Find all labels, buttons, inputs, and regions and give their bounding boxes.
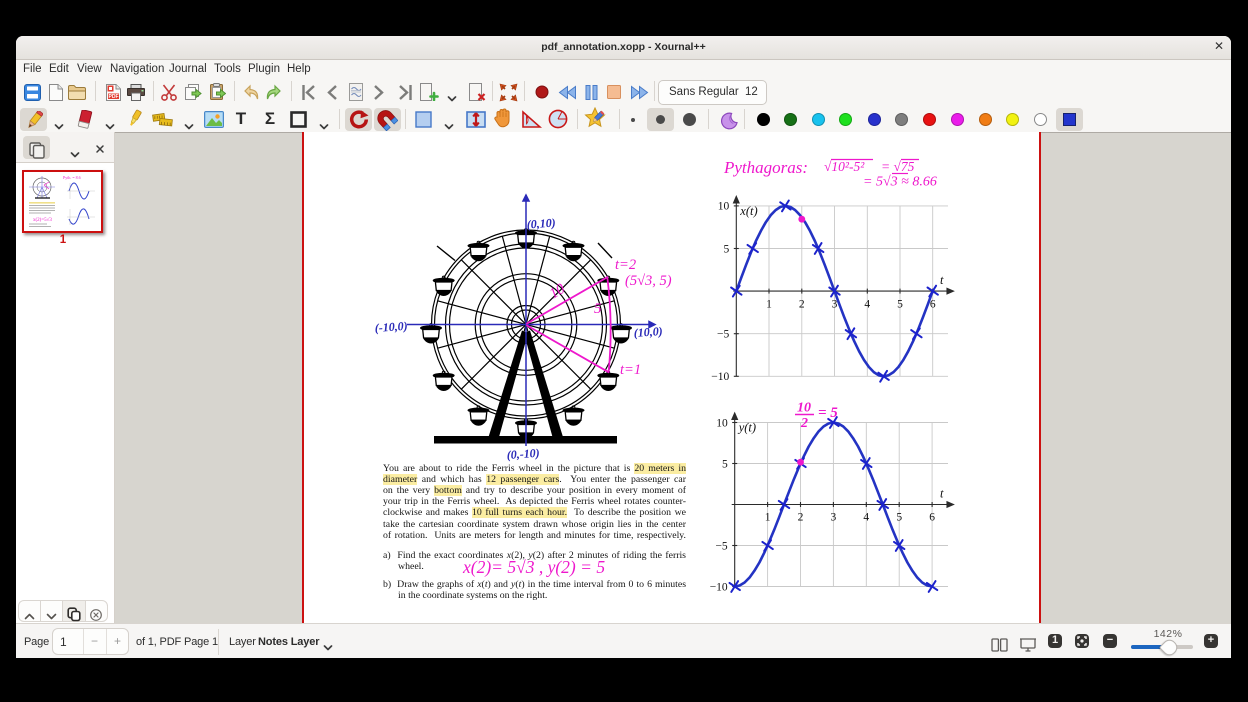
svg-text:t: t [940,273,944,287]
svg-text:y(t): y(t) [736,421,755,435]
svg-text:3: 3 [830,512,836,524]
svg-text:1: 1 [766,299,772,311]
svg-text:5: 5 [896,512,902,524]
svg-text:PDF: PDF [108,94,118,100]
svg-text:= 5: = 5 [818,405,838,421]
svg-text:10: 10 [716,417,728,429]
svg-text:10: 10 [717,201,729,213]
svg-text:4: 4 [864,299,870,311]
svg-text:5: 5 [897,299,903,311]
svg-text:4: 4 [863,512,869,524]
svg-text:−5: −5 [715,540,727,552]
svg-text:−10: −10 [711,371,729,383]
svg-text:−10: −10 [709,581,727,593]
svg-text:(0,10): (0,10) [526,216,556,232]
svg-text:6: 6 [929,299,935,311]
svg-text:2: 2 [798,299,804,311]
svg-text:1: 1 [764,512,770,524]
svg-text:5: 5 [723,243,729,255]
svg-text:5: 5 [721,458,727,470]
svg-text:2: 2 [800,416,808,431]
svg-text:= 5√3 ≈ 8.66: = 5√3 ≈ 8.66 [863,175,937,190]
svg-text:(5√3, 5): (5√3, 5) [625,273,672,289]
svg-text:x(2)=5√3: x(2)=5√3 [33,217,52,223]
svg-text:5: 5 [594,301,602,317]
svg-text:t=2: t=2 [615,257,636,273]
svg-text:= √75: = √75 [881,159,915,174]
svg-text:2: 2 [797,512,803,524]
svg-text:−5: −5 [717,329,729,341]
svg-text:(10,0): (10,0) [633,324,663,340]
svg-text:x(t): x(t) [739,204,757,218]
svg-text:Pyth. = 8.6: Pyth. = 8.6 [63,175,81,180]
svg-text:10: 10 [797,401,811,416]
svg-text:t=1: t=1 [620,362,641,378]
svg-text:6: 6 [929,512,935,524]
svg-text:Pythagoras:: Pythagoras: [723,158,808,177]
svg-text:(0,-10): (0,-10) [506,446,540,462]
svg-text:(-10,0): (-10,0) [374,319,408,335]
svg-text:10: 10 [546,281,568,303]
svg-text:√10²-5²: √10²-5² [824,159,865,174]
svg-text:t: t [940,487,944,501]
